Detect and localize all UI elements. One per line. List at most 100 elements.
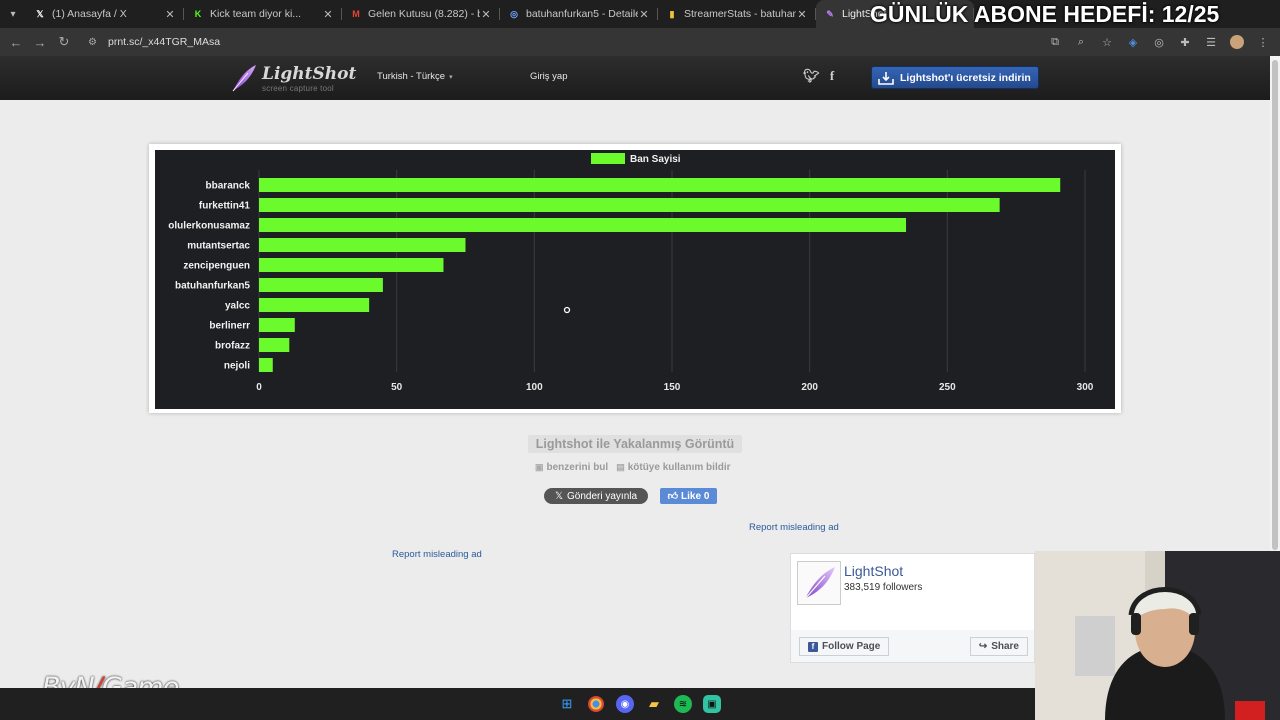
chevron-down-icon: ▾ xyxy=(449,74,453,81)
category-label: furkettin41 xyxy=(199,201,251,212)
tabs-container: 𝕏 (1) Anasayfa / X ✕ K Kick team diyor ki...… xyxy=(26,0,974,28)
install-app-icon[interactable]: ⧉ xyxy=(1044,31,1066,53)
widget-footer: f Follow Page ↪ Share xyxy=(791,630,1034,662)
image-actions: ▣ benzerini bul ▤ kötüye kullanım bildir xyxy=(535,462,731,473)
report-misleading-ad-link-2[interactable]: Report misleading ad xyxy=(392,549,482,560)
follow-page-button[interactable]: f Follow Page xyxy=(799,637,890,656)
extension-icon[interactable]: ◎ xyxy=(1148,31,1170,53)
profile-avatar[interactable] xyxy=(1226,31,1248,53)
x-logo-icon: 𝕏 xyxy=(554,490,563,502)
category-label: berlinerr xyxy=(209,321,250,332)
category-label: nejoli xyxy=(224,361,250,372)
windows-taskbar: ⊞ ◉ ▰ ≋ ▣ xyxy=(0,688,1035,720)
follow-label: Follow Page xyxy=(822,641,881,652)
back-arrow-icon[interactable]: ← xyxy=(4,30,28,54)
download-button-label: Lightshot'ı ücretsiz indirin xyxy=(900,71,1031,84)
taskbar-apps: ⊞ ◉ ▰ ≋ ▣ xyxy=(556,693,723,715)
tab-title: Gelen Kutusu (8.282) - batuhan xyxy=(368,8,480,20)
legend-label: Ban Sayisi xyxy=(630,154,681,165)
report-abuse-link[interactable]: ▤ kötüye kullanım bildir xyxy=(616,462,730,473)
bookmark-star-icon[interactable]: ☆ xyxy=(1096,31,1118,53)
ban-count-chart: 0 50 100 150 200 250 300 Ban Sayisi bbaranck furk… xyxy=(155,150,1115,409)
download-button[interactable]: Lightshot'ı ücretsiz indirin xyxy=(871,66,1039,89)
logo-tagline: screen capture tool xyxy=(262,84,334,93)
category-label: batuhanfurkan5 xyxy=(175,281,250,292)
page-avatar[interactable] xyxy=(797,561,841,605)
x-tick-label: 0 xyxy=(256,382,262,393)
facebook-page-widget: LightShot 383,519 followers f Follow Page… xyxy=(790,553,1035,663)
extension-blue-icon[interactable]: ◈ xyxy=(1122,31,1144,53)
tab-title: batuhanfurkan5 - Detailed Chan xyxy=(526,8,638,20)
browser-tab[interactable]: M Gelen Kutusu (8.282) - batuhan✕ xyxy=(342,0,500,28)
close-tab-icon[interactable]: ✕ xyxy=(322,8,334,21)
feather-logo-icon xyxy=(804,567,835,600)
logo-name: LightShot xyxy=(262,64,357,84)
streamerstats-icon: ▮ xyxy=(669,8,675,19)
scrollbar-thumb[interactable] xyxy=(1272,60,1278,550)
streamlabs-icon[interactable]: ▣ xyxy=(703,695,721,713)
address-bar[interactable]: ⚙ prnt.sc/_x44TGR_MAsa xyxy=(78,31,1118,53)
site-info-icon[interactable]: ⚙ xyxy=(88,37,102,48)
image-caption: Lightshot ile Yakalanmış Görüntü xyxy=(528,435,742,453)
followers-count: 383,519 followers xyxy=(844,582,923,593)
kick-logo-icon: K xyxy=(194,9,202,19)
facebook-like-button[interactable]: 👍︎ Like 0 xyxy=(660,488,717,504)
find-similar-label: benzerini bul xyxy=(546,462,609,473)
browser-tab[interactable]: ◎ batuhanfurkan5 - Detailed Chan✕ xyxy=(500,0,658,28)
forward-arrow-icon[interactable]: → xyxy=(28,30,52,54)
lightshot-icon: ✎ xyxy=(826,8,834,19)
zoom-icon[interactable]: ⌕ xyxy=(1070,31,1092,53)
find-similar-link[interactable]: ▣ benzerini bul xyxy=(535,462,608,473)
share-button[interactable]: ↪ Share xyxy=(969,637,1028,656)
facebook-icon[interactable]: f xyxy=(825,68,839,84)
category-label: zencipenguen xyxy=(183,261,250,272)
tab-title: (1) Anasayfa / X xyxy=(52,8,127,20)
site-header: LightShot screen capture tool Turkish - … xyxy=(0,56,1270,100)
twitter-icon[interactable]: 🐦︎ xyxy=(803,68,820,84)
file-explorer-icon[interactable]: ▰ xyxy=(643,693,665,715)
x-tick-label: 100 xyxy=(526,382,543,393)
bar xyxy=(259,198,1000,212)
tab-title: StreamerStats - batuhanfurkan xyxy=(684,8,796,20)
language-selector[interactable]: Turkish - Türkçe ▾ xyxy=(377,71,453,82)
browser-toolbar: ← → ↻ ⚙ prnt.sc/_x44TGR_MAsa ⧉ ⌕ ☆ ◈ ◎ ✚… xyxy=(0,28,1280,56)
camera-icon: ▣ xyxy=(535,462,544,472)
chrome-icon[interactable] xyxy=(588,696,604,712)
reload-icon[interactable]: ↻ xyxy=(52,30,76,54)
x-post-button[interactable]: 𝕏 Gönderi yayınla xyxy=(544,488,648,504)
report-abuse-label: kötüye kullanım bildir xyxy=(627,462,731,473)
x-tick-label: 50 xyxy=(391,382,403,393)
thumbs-up-icon: 👍︎ xyxy=(667,491,679,502)
download-icon xyxy=(872,66,900,89)
lightshot-logo[interactable]: LightShot screen capture tool xyxy=(230,63,356,95)
share-label: Share xyxy=(991,641,1019,652)
toolbar-actions: ⧉ ⌕ ☆ ◈ ◎ ✚ ☰ ⋮ xyxy=(1044,31,1274,53)
windows-start-icon[interactable]: ⊞ xyxy=(556,693,578,715)
bar xyxy=(259,318,295,332)
bar xyxy=(259,218,907,232)
category-label: olulerkonusamaz xyxy=(168,221,250,232)
report-misleading-ad-link-1[interactable]: Report misleading ad xyxy=(749,522,839,533)
screenshot-frame: 0 50 100 150 200 250 300 Ban Sayisi bbaranck furk… xyxy=(149,144,1121,413)
bar xyxy=(259,338,290,352)
close-tab-icon[interactable]: ✕ xyxy=(164,8,176,21)
discord-icon[interactable]: ◉ xyxy=(616,695,634,713)
close-tab-icon[interactable]: ✕ xyxy=(796,8,808,21)
browser-tab[interactable]: 𝕏 (1) Anasayfa / X ✕ xyxy=(26,0,184,28)
social-links: 🐦︎ f xyxy=(803,68,839,84)
close-tab-icon[interactable]: ✕ xyxy=(638,8,650,21)
reading-list-icon[interactable]: ☰ xyxy=(1200,31,1222,53)
tab-search-chevron-icon[interactable]: ▾ xyxy=(0,0,26,28)
like-label: Like 0 xyxy=(681,490,710,502)
page-name[interactable]: LightShot xyxy=(844,563,903,579)
browser-tab[interactable]: K Kick team diyor ki... ✕ xyxy=(184,0,342,28)
browser-menu-icon[interactable]: ⋮ xyxy=(1252,31,1274,53)
login-link[interactable]: Giriş yap xyxy=(530,71,567,82)
extensions-puzzle-icon[interactable]: ✚ xyxy=(1174,31,1196,53)
close-tab-icon[interactable]: ✕ xyxy=(480,8,492,21)
tab-title: Kick team diyor ki... xyxy=(210,8,302,20)
bar xyxy=(259,258,444,272)
streamscharts-icon: ◎ xyxy=(510,8,518,19)
browser-tab[interactable]: ▮ StreamerStats - batuhanfurkan✕ xyxy=(658,0,816,28)
spotify-icon[interactable]: ≋ xyxy=(674,695,692,713)
